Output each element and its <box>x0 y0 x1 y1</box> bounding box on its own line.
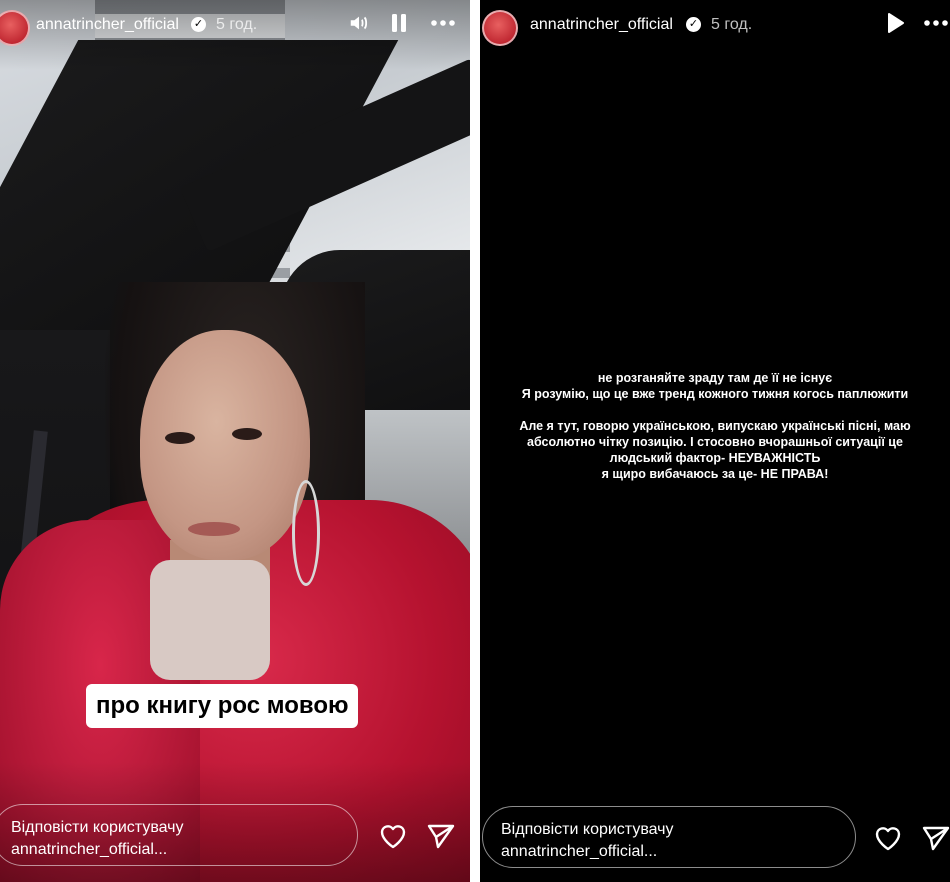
reply-input[interactable]: Відповісти користувачу annatrincher_offi… <box>0 804 358 866</box>
story-header: annatrincher_official ✓ 5 год. <box>480 8 950 46</box>
story-text-line: не розганяйте зраду там де її не існує <box>597 371 833 385</box>
send-icon[interactable] <box>425 820 457 852</box>
story-photo <box>0 0 470 882</box>
story-header: annatrincher_official ✓ 5 год. <box>0 8 470 46</box>
pause-icon[interactable] <box>389 12 409 40</box>
more-icon[interactable] <box>430 12 456 40</box>
reply-placeholder-line2: annatrincher_official... <box>501 843 658 860</box>
timestamp: 5 год. <box>216 16 258 33</box>
story-text-line: людський фактор- НЕУВАЖНІСТЬ <box>609 451 821 465</box>
avatar[interactable] <box>0 10 30 46</box>
story-text-line: я щиро вибачаюсь за це- НЕ ПРАВА! <box>601 467 829 481</box>
reply-placeholder-line1: Відповісти користувачу <box>11 819 184 836</box>
story-text-line: Я розумію, що це вже тренд кожного тижня… <box>521 387 909 401</box>
story-text-line: Але я тут, говорю українською, випускаю … <box>519 419 911 433</box>
speaker-icon[interactable] <box>348 12 370 40</box>
story-text: не розганяйте зраду там де її не існує Я… <box>480 370 950 482</box>
send-icon[interactable] <box>920 822 950 854</box>
story-panel-left[interactable]: annatrincher_official ✓ 5 год. про книгу… <box>0 0 470 882</box>
avatar[interactable] <box>482 10 518 46</box>
story-text-line: абсолютно чітку позицію. І стосовно вчор… <box>527 435 903 449</box>
reply-input[interactable]: Відповісти користувачу annatrincher_offi… <box>482 806 856 868</box>
play-icon[interactable] <box>885 12 905 40</box>
reply-placeholder-line1: Відповісти користувачу <box>501 821 674 838</box>
heart-icon[interactable] <box>377 820 409 852</box>
caption-sticker: про книгу рос мовою <box>86 684 359 728</box>
username[interactable]: annatrincher_official <box>36 16 179 34</box>
heart-icon[interactable] <box>872 822 904 854</box>
verified-badge-icon: ✓ <box>191 17 206 32</box>
timestamp: 5 год. <box>711 16 753 33</box>
username[interactable]: annatrincher_official <box>530 16 673 34</box>
verified-badge-icon: ✓ <box>686 17 701 32</box>
reply-placeholder-line2: annatrincher_official... <box>11 841 168 858</box>
story-panel-right[interactable]: annatrincher_official ✓ 5 год. не розган… <box>480 0 950 882</box>
more-icon[interactable] <box>923 12 949 40</box>
